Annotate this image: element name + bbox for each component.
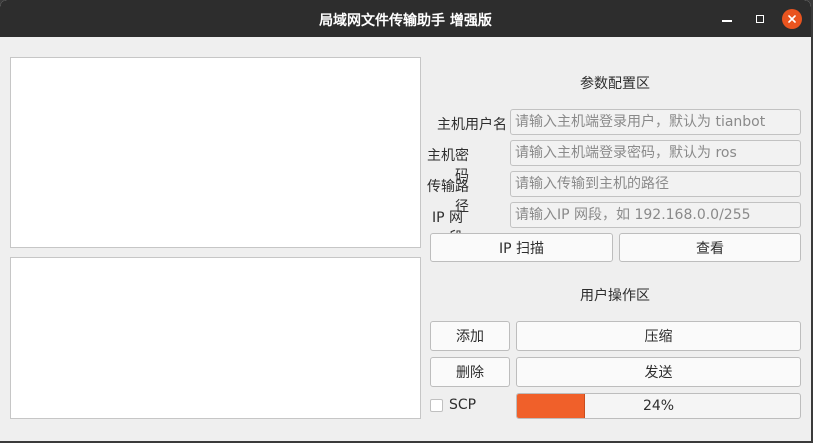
delete-button[interactable]: 删除 bbox=[430, 357, 510, 387]
title-bar: 局域网文件传输助手 增强版 bbox=[0, 0, 811, 37]
scp-checkbox[interactable] bbox=[430, 399, 443, 412]
path-input[interactable] bbox=[510, 171, 801, 197]
host-list-panel[interactable] bbox=[10, 57, 421, 248]
progress-bar: 24% bbox=[516, 393, 801, 419]
username-label: 主机用户名 bbox=[437, 117, 507, 133]
close-button[interactable] bbox=[782, 9, 802, 29]
params-section-title: 参数配置区 bbox=[580, 76, 650, 92]
scp-label[interactable]: SCP bbox=[449, 397, 476, 413]
maximize-icon bbox=[756, 15, 764, 23]
add-button[interactable]: 添加 bbox=[430, 321, 510, 351]
compress-button[interactable]: 压缩 bbox=[516, 321, 801, 351]
main-window: 局域网文件传输助手 增强版 参数配置区 主机用户名 主机密码 传输路径 IP 网… bbox=[0, 0, 811, 441]
ip-scan-button[interactable]: IP 扫描 bbox=[430, 233, 613, 262]
progress-text: 24% bbox=[642, 398, 675, 414]
file-list-panel[interactable] bbox=[10, 257, 421, 419]
maximize-button[interactable] bbox=[749, 8, 771, 30]
close-icon bbox=[788, 15, 796, 23]
view-button[interactable]: 查看 bbox=[619, 233, 801, 262]
password-input[interactable] bbox=[510, 140, 801, 166]
ops-section-title: 用户操作区 bbox=[580, 288, 650, 304]
window-title: 局域网文件传输助手 增强版 bbox=[319, 13, 492, 29]
ip-segment-input[interactable] bbox=[510, 202, 801, 228]
minimize-icon bbox=[722, 20, 732, 22]
minimize-button[interactable] bbox=[716, 8, 738, 30]
username-input[interactable] bbox=[510, 109, 801, 135]
send-button[interactable]: 发送 bbox=[516, 357, 801, 387]
